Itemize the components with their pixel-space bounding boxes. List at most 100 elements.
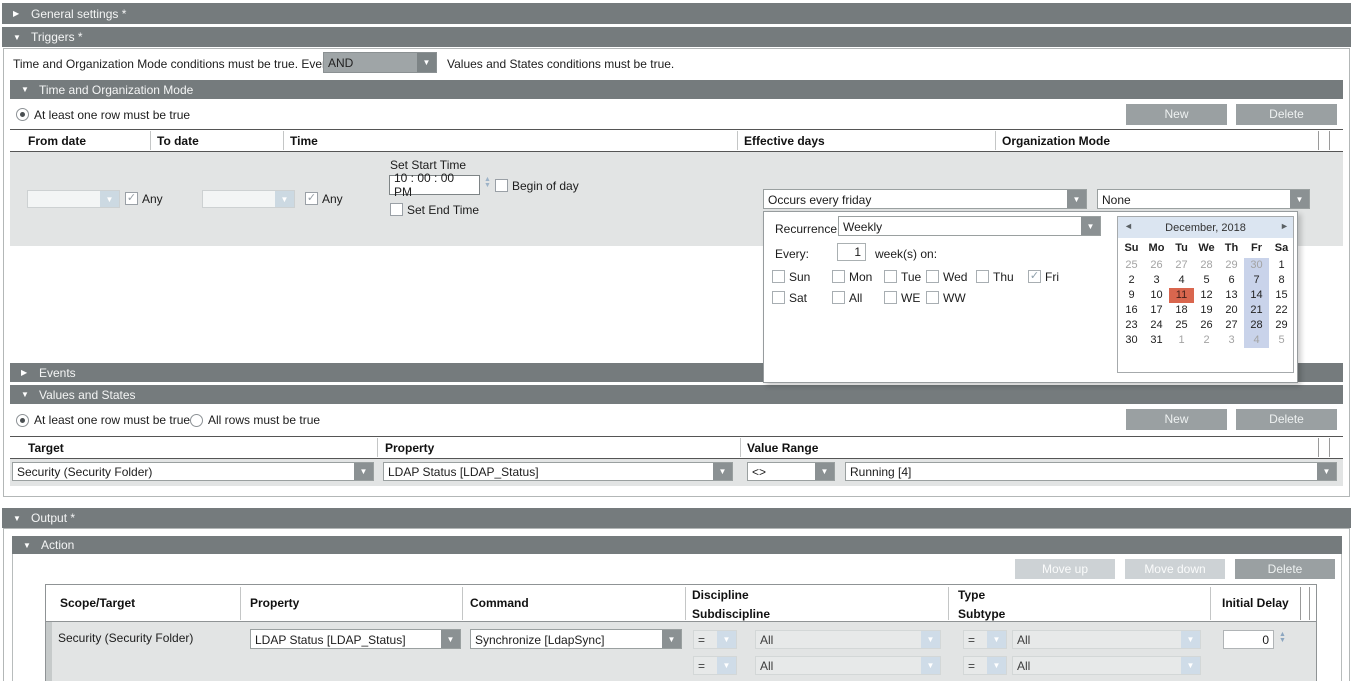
subdiscipline-select[interactable]: All ▼ xyxy=(755,656,941,675)
expand-icon: ▶ xyxy=(13,9,22,18)
calendar-day[interactable]: 29 xyxy=(1219,258,1244,273)
calendar-day[interactable]: 27 xyxy=(1219,318,1244,333)
section-header-triggers[interactable]: ▼ Triggers * xyxy=(2,27,1351,47)
delete-button[interactable]: Delete xyxy=(1236,409,1337,430)
section-header-action[interactable]: ▼ Action xyxy=(12,536,1342,554)
weekday-checkbox-thu[interactable]: Thu xyxy=(976,269,1028,284)
command-select[interactable]: Synchronize [LdapSync] ▼ xyxy=(470,629,682,649)
new-button[interactable]: New xyxy=(1126,104,1227,125)
calendar-day[interactable]: 6 xyxy=(1219,273,1244,288)
type-select[interactable]: All ▼ xyxy=(1012,630,1201,649)
radio-at-least-one-row[interactable] xyxy=(16,108,29,121)
discipline-select[interactable]: All ▼ xyxy=(755,630,941,649)
calendar-day[interactable]: 31 xyxy=(1144,333,1169,348)
value-select[interactable]: Running [4] ▼ xyxy=(845,462,1337,481)
calendar-day[interactable]: 17 xyxy=(1144,303,1169,318)
move-down-button[interactable]: Move down xyxy=(1125,559,1225,579)
section-header-time-org-mode[interactable]: ▼ Time and Organization Mode xyxy=(10,80,1343,99)
calendar-day[interactable]: 13 xyxy=(1219,288,1244,303)
calendar-day-today[interactable]: 11 xyxy=(1169,288,1194,303)
to-date-select[interactable]: ▼ xyxy=(202,190,295,208)
calendar-day[interactable]: 2 xyxy=(1194,333,1219,348)
weekday-checkbox-fri[interactable]: ✓Fri xyxy=(1028,269,1074,284)
type-operator-select[interactable]: = ▼ xyxy=(963,630,1007,649)
set-end-time-checkbox[interactable] xyxy=(390,203,403,216)
calendar-day[interactable]: 16 xyxy=(1119,303,1144,318)
radio-all-rows[interactable] xyxy=(190,414,203,427)
calendar-day[interactable]: 5 xyxy=(1194,273,1219,288)
new-button[interactable]: New xyxy=(1126,409,1227,430)
calendar-day[interactable]: 28 xyxy=(1244,318,1269,333)
calendar-day[interactable]: 28 xyxy=(1194,258,1219,273)
time-spinner[interactable]: ▲▼ xyxy=(482,177,493,189)
calendar-day[interactable]: 22 xyxy=(1269,303,1294,318)
to-any-checkbox[interactable]: ✓ xyxy=(305,192,318,205)
weekday-checkbox-sun[interactable]: Sun xyxy=(772,269,832,284)
subtype-select[interactable]: All ▼ xyxy=(1012,656,1201,675)
calendar-day[interactable]: 2 xyxy=(1119,273,1144,288)
operator-select[interactable]: <> ▼ xyxy=(747,462,835,481)
begin-of-day-checkbox[interactable] xyxy=(495,179,508,192)
subtype-operator-select[interactable]: = ▼ xyxy=(963,656,1007,675)
calendar-day[interactable]: 14 xyxy=(1244,288,1269,303)
calendar-day[interactable]: 4 xyxy=(1169,273,1194,288)
calendar-next-icon[interactable]: ► xyxy=(1280,221,1289,231)
discipline-operator-select[interactable]: = ▼ xyxy=(693,630,737,649)
target-select[interactable]: Security (Security Folder) ▼ xyxy=(12,462,374,481)
calendar-day[interactable]: 1 xyxy=(1169,333,1194,348)
start-time-input[interactable]: 10 : 00 : 00 PM xyxy=(389,175,480,195)
calendar-day[interactable]: 20 xyxy=(1219,303,1244,318)
weekday-checkbox-tue[interactable]: Tue xyxy=(884,269,926,284)
calendar-day[interactable]: 27 xyxy=(1169,258,1194,273)
calendar-day[interactable]: 9 xyxy=(1119,288,1144,303)
calendar-day[interactable]: 12 xyxy=(1194,288,1219,303)
calendar-day[interactable]: 30 xyxy=(1119,333,1144,348)
from-date-select[interactable]: ▼ xyxy=(27,190,120,208)
calendar-day[interactable]: 8 xyxy=(1269,273,1294,288)
calendar-day[interactable]: 1 xyxy=(1269,258,1294,273)
weekday-checkbox-wed[interactable]: Wed xyxy=(926,269,976,284)
calendar-day[interactable]: 19 xyxy=(1194,303,1219,318)
calendar-day[interactable]: 26 xyxy=(1194,318,1219,333)
calendar-day[interactable]: 4 xyxy=(1244,333,1269,348)
weekday-checkbox-all[interactable]: All xyxy=(832,290,884,305)
property-select[interactable]: LDAP Status [LDAP_Status] ▼ xyxy=(383,462,733,481)
calendar-day[interactable]: 3 xyxy=(1219,333,1244,348)
calendar-day[interactable]: 15 xyxy=(1269,288,1294,303)
calendar-day[interactable]: 23 xyxy=(1119,318,1144,333)
section-header-output[interactable]: ▼ Output * xyxy=(2,508,1351,528)
delete-button[interactable]: Delete xyxy=(1236,104,1337,125)
calendar-day[interactable]: 5 xyxy=(1269,333,1294,348)
effective-days-select[interactable]: Occurs every friday ▼ xyxy=(763,189,1087,209)
initial-delay-input[interactable]: 0 xyxy=(1223,630,1274,649)
calendar-day[interactable]: 21 xyxy=(1244,303,1269,318)
subdiscipline-operator-select[interactable]: = ▼ xyxy=(693,656,737,675)
calendar-day[interactable]: 30 xyxy=(1244,258,1269,273)
every-input[interactable]: 1 xyxy=(837,243,866,261)
organization-mode-select[interactable]: None ▼ xyxy=(1097,189,1310,209)
recurrence-select[interactable]: Weekly ▼ xyxy=(838,216,1101,236)
radio-at-least-one-row[interactable] xyxy=(16,414,29,427)
calendar-day[interactable]: 24 xyxy=(1144,318,1169,333)
section-header-values-states[interactable]: ▼ Values and States xyxy=(10,385,1343,404)
move-up-button[interactable]: Move up xyxy=(1015,559,1115,579)
weekday-checkbox-we[interactable]: WE xyxy=(884,290,926,305)
calendar-day[interactable]: 7 xyxy=(1244,273,1269,288)
weekday-checkbox-ww[interactable]: WW xyxy=(926,290,976,305)
from-any-checkbox[interactable]: ✓ xyxy=(125,192,138,205)
calendar-day[interactable]: 3 xyxy=(1144,273,1169,288)
calendar-day[interactable]: 18 xyxy=(1169,303,1194,318)
calendar-prev-icon[interactable]: ◄ xyxy=(1124,221,1133,231)
weekday-checkbox-mon[interactable]: Mon xyxy=(832,269,884,284)
initial-delay-spinner[interactable]: ▲▼ xyxy=(1277,632,1288,644)
calendar-day[interactable]: 10 xyxy=(1144,288,1169,303)
property-select[interactable]: LDAP Status [LDAP_Status] ▼ xyxy=(250,629,461,649)
calendar-day[interactable]: 25 xyxy=(1119,258,1144,273)
weekday-checkbox-sat[interactable]: Sat xyxy=(772,290,832,305)
calendar-day[interactable]: 25 xyxy=(1169,318,1194,333)
calendar-day[interactable]: 29 xyxy=(1269,318,1294,333)
section-header-general-settings[interactable]: ▶ General settings * xyxy=(2,3,1351,24)
delete-button[interactable]: Delete xyxy=(1235,559,1335,579)
calendar-day[interactable]: 26 xyxy=(1144,258,1169,273)
events-operator-select[interactable]: AND ▼ xyxy=(323,52,437,73)
